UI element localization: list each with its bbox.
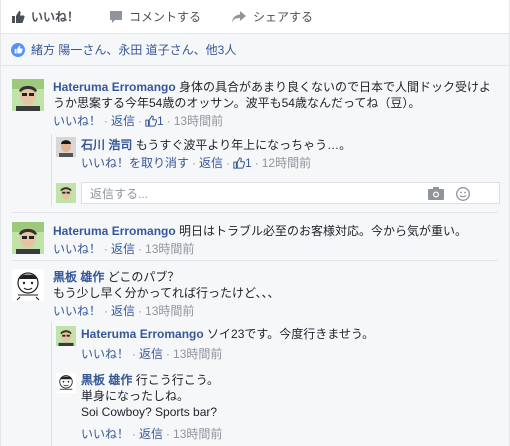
avatar[interactable] [56,137,76,157]
comment-text: どこのパブ？ [107,270,180,284]
reply-like-link[interactable]: いいね！ [81,347,129,361]
reply-text-line: 単身になったしね。 [81,389,190,403]
avatar[interactable] [12,79,44,111]
comment-reply-link[interactable]: 返信 [111,242,135,256]
like-count[interactable]: 1 [245,156,252,170]
reply-placeholder: 返信する... [90,186,149,201]
like-count-icon [145,115,158,127]
comment-meta: いいね！ · 返信 · 1 · 13時間前 [53,114,224,128]
reply-text-line: Soi Cowboy? Sports bar? [81,405,218,419]
reply-meta: いいね！ · 返信 · 13時間前 [81,347,223,361]
comment: Hateruma Erromango 明日はトラブル必至のお客様対応。今から気が… [53,223,503,257]
reply-text: 行こう行こう。 [135,373,219,387]
like-badge-icon [11,42,25,57]
likes-summary: 緒方 陽一さん、永田 道子さん、他3人 [1,34,509,66]
likes-summary-text[interactable]: 緒方 陽一さん、永田 道子さん、他3人 [31,41,236,58]
share-label: シェアする [253,10,314,24]
comment-text: 明日はトラブル必至のお客様対応。今から気が重い。 [179,224,468,238]
comment-timestamp[interactable]: 13時間前 [174,114,223,128]
comment-reply-link[interactable]: 返信 [111,304,135,318]
comment-timestamp[interactable]: 13時間前 [145,242,194,256]
reply-author[interactable]: Hateruma Erromango [81,327,204,341]
avatar[interactable] [12,222,44,254]
comment-meta: いいね！ · 返信 · 13時間前 [53,242,195,256]
comment-divider [12,260,498,261]
comment-icon [110,10,123,23]
emoji-icon[interactable] [456,187,470,201]
avatar[interactable] [12,269,44,301]
camera-icon[interactable] [428,187,444,200]
comment-list: Hateruma Erromango 身体の具合があまり良くないので日本で人間ド… [1,66,509,446]
comment: 黒板 雄作 どこのパブ？ もう少し早く分かってれば行ったけど、、、 いいね！ · 返… [53,269,503,319]
reply-link[interactable]: 返信 [139,427,163,441]
reply-thread-line [51,322,52,446]
reply-timestamp[interactable]: 13時間前 [173,347,222,361]
comment-timestamp[interactable]: 13時間前 [145,304,194,318]
comment-text-line: もう少し早く分かってれば行ったけど、、、 [53,286,280,300]
reply-input[interactable]: 返信する... [81,182,500,204]
comment: Hateruma Erromango 身体の具合があまり良くないので日本で人間ド… [53,79,503,129]
comment-like-link[interactable]: いいね！ [53,242,101,256]
share-button[interactable]: シェアする [231,8,313,25]
post-feedback: いいね！ コメントする シェアする 緒方 陽一さん、永田 道子さん、他3人 Ha… [0,0,510,446]
reply-thread-line [51,134,52,206]
reply-timestamp[interactable]: 13時間前 [173,427,222,441]
like-count-icon [233,157,246,169]
comment-button[interactable]: コメントする [109,8,201,25]
comment-like-link[interactable]: いいね！ [53,114,101,128]
reply-timestamp[interactable]: 12時間前 [262,156,311,170]
avatar[interactable] [56,373,76,393]
like-count[interactable]: 1 [157,114,164,128]
share-arrow-icon [232,10,247,23]
comment-divider [12,212,498,213]
comment-reply-link[interactable]: 返信 [111,114,135,128]
reply-link[interactable]: 返信 [199,156,223,170]
comment-author[interactable]: Hateruma Erromango [53,80,176,94]
reply: Hateruma Erromango ソイ23です。今度行きませう。 いいね！ ·… [81,326,501,362]
thumbs-up-icon [12,10,25,23]
comment-author[interactable]: 黒板 雄作 [53,270,104,284]
reply-author[interactable]: 黒板 雄作 [81,373,132,387]
reply-text: ソイ23です。今度行きませう。 [207,327,375,341]
comment-label: コメントする [129,10,202,24]
comment-author[interactable]: Hateruma Erromango [53,224,176,238]
like-button[interactable]: いいね！ [11,8,79,25]
unlike-link[interactable]: いいね！を取り消す [81,156,189,170]
comment-meta: いいね！ · 返信 · 13時間前 [53,304,195,318]
reply-meta: いいね！を取り消す · 返信 · 1 · 12時間前 [81,156,312,170]
reply-link[interactable]: 返信 [139,347,163,361]
reply: 黒板 雄作 行こう行こう。 単身になったしね。 Soi Cowboy? Spor… [81,372,501,442]
reply-text: もうすぐ波平より年上になっちゃう…。 [135,138,352,152]
avatar[interactable] [56,326,76,346]
reply: 石川 浩司 もうすぐ波平より年上になっちゃう…。 いいね！を取り消す · 返信 · 1 ·… [81,137,501,171]
reply-author[interactable]: 石川 浩司 [81,138,132,152]
reply-meta: いいね！ · 返信 · 13時間前 [81,427,223,441]
like-label: いいね！ [31,10,80,24]
current-user-avatar [56,183,76,203]
reply-like-link[interactable]: いいね！ [81,427,129,441]
comment-like-link[interactable]: いいね！ [53,304,101,318]
action-bar: いいね！ コメントする シェアする [1,0,509,34]
